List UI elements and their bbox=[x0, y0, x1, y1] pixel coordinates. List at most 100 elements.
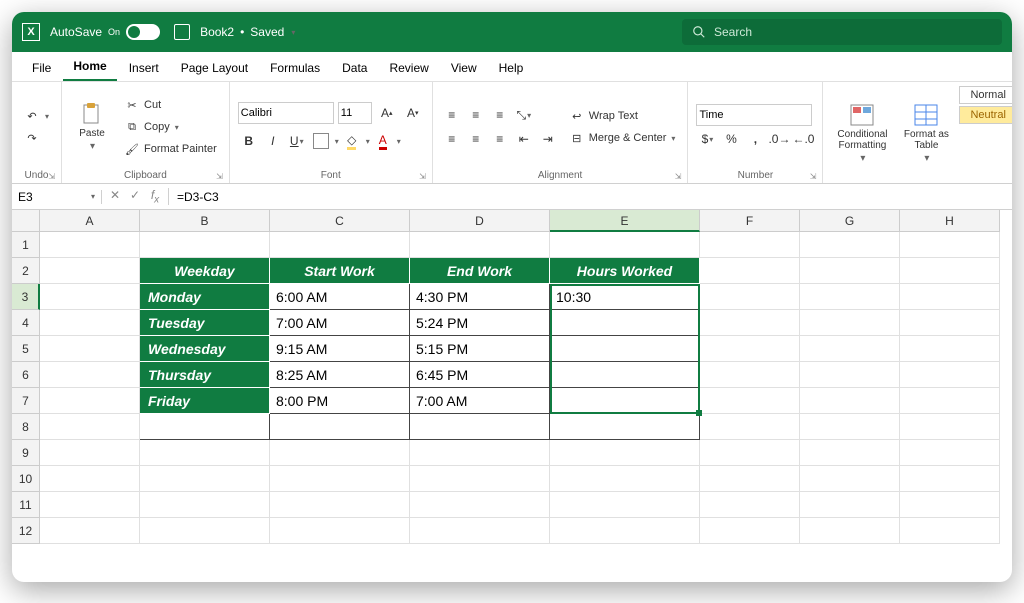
cell-H3[interactable] bbox=[900, 284, 1000, 310]
align-top-button[interactable]: ≡ bbox=[441, 104, 463, 126]
autosave-toggle[interactable]: AutoSave On bbox=[50, 24, 160, 40]
cut-button[interactable]: ✂Cut bbox=[120, 95, 221, 115]
cell-E8[interactable] bbox=[550, 414, 700, 440]
cell-C4[interactable]: 7:00 AM bbox=[270, 310, 410, 336]
cell-D4[interactable]: 5:24 PM bbox=[410, 310, 550, 336]
cell-G4[interactable] bbox=[800, 310, 900, 336]
cell-H5[interactable] bbox=[900, 336, 1000, 362]
col-header-A[interactable]: A bbox=[40, 210, 140, 232]
cell-H12[interactable] bbox=[900, 518, 1000, 544]
cell-E6[interactable] bbox=[550, 362, 700, 388]
redo-button[interactable]: ↷ bbox=[20, 128, 53, 148]
tab-view[interactable]: View bbox=[441, 55, 487, 81]
cell-H7[interactable] bbox=[900, 388, 1000, 414]
cell-E7[interactable] bbox=[550, 388, 700, 414]
cell-B9[interactable] bbox=[140, 440, 270, 466]
row-headers[interactable]: 123456789101112 bbox=[12, 232, 40, 544]
cell-B6[interactable]: Thursday bbox=[140, 362, 270, 388]
paste-button[interactable]: Paste ▾ bbox=[70, 86, 114, 168]
cell-C9[interactable] bbox=[270, 440, 410, 466]
enter-formula-button[interactable]: ✓ bbox=[126, 188, 144, 205]
cell-D3[interactable]: 4:30 PM bbox=[410, 284, 550, 310]
cell-C11[interactable] bbox=[270, 492, 410, 518]
accounting-format-button[interactable]: $▾ bbox=[696, 128, 718, 150]
cell-A2[interactable] bbox=[40, 258, 140, 284]
cell-A6[interactable] bbox=[40, 362, 140, 388]
cell-E1[interactable] bbox=[550, 232, 700, 258]
cell-G8[interactable] bbox=[800, 414, 900, 440]
workbook-title[interactable]: Book2 • Saved ▾ bbox=[200, 25, 295, 39]
row-header-9[interactable]: 9 bbox=[12, 440, 40, 466]
cell-H9[interactable] bbox=[900, 440, 1000, 466]
cell-D1[interactable] bbox=[410, 232, 550, 258]
formula-input[interactable]: =D3-C3 bbox=[169, 190, 1012, 204]
font-color-button[interactable]: A bbox=[372, 130, 394, 152]
cell-F11[interactable] bbox=[700, 492, 800, 518]
cell-A10[interactable] bbox=[40, 466, 140, 492]
tab-page-layout[interactable]: Page Layout bbox=[171, 55, 258, 81]
tab-review[interactable]: Review bbox=[379, 55, 438, 81]
conditional-formatting-button[interactable]: Conditional Formatting▾ bbox=[831, 86, 893, 181]
cell-C10[interactable] bbox=[270, 466, 410, 492]
cell-D8[interactable] bbox=[410, 414, 550, 440]
cell-F10[interactable] bbox=[700, 466, 800, 492]
cell-A3[interactable] bbox=[40, 284, 140, 310]
cell-C1[interactable] bbox=[270, 232, 410, 258]
comma-format-button[interactable]: , bbox=[744, 128, 766, 150]
cell-G1[interactable] bbox=[800, 232, 900, 258]
cell-A1[interactable] bbox=[40, 232, 140, 258]
cell-A4[interactable] bbox=[40, 310, 140, 336]
col-header-B[interactable]: B bbox=[140, 210, 270, 232]
cell-B2[interactable]: Weekday bbox=[140, 258, 270, 284]
row-header-11[interactable]: 11 bbox=[12, 492, 40, 518]
cell-H2[interactable] bbox=[900, 258, 1000, 284]
wrap-text-button[interactable]: ↩Wrap Text bbox=[565, 106, 680, 126]
tab-file[interactable]: File bbox=[22, 55, 61, 81]
underline-button[interactable]: U▾ bbox=[286, 130, 308, 152]
row-header-3[interactable]: 3 bbox=[12, 284, 40, 310]
row-header-2[interactable]: 2 bbox=[12, 258, 40, 284]
cell-E3[interactable]: 10:30 bbox=[550, 284, 700, 310]
align-right-button[interactable]: ≡ bbox=[489, 128, 511, 150]
col-header-G[interactable]: G bbox=[800, 210, 900, 232]
cell-E10[interactable] bbox=[550, 466, 700, 492]
cell-A5[interactable] bbox=[40, 336, 140, 362]
cell-G3[interactable] bbox=[800, 284, 900, 310]
cell-C3[interactable]: 6:00 AM bbox=[270, 284, 410, 310]
cell-E2[interactable]: Hours Worked bbox=[550, 258, 700, 284]
cell-H4[interactable] bbox=[900, 310, 1000, 336]
tab-formulas[interactable]: Formulas bbox=[260, 55, 330, 81]
cell-A9[interactable] bbox=[40, 440, 140, 466]
fill-color-button[interactable]: ◇ bbox=[341, 130, 363, 152]
cell-H1[interactable] bbox=[900, 232, 1000, 258]
cell-C12[interactable] bbox=[270, 518, 410, 544]
cell-A8[interactable] bbox=[40, 414, 140, 440]
cell-F7[interactable] bbox=[700, 388, 800, 414]
row-header-8[interactable]: 8 bbox=[12, 414, 40, 440]
cell-F8[interactable] bbox=[700, 414, 800, 440]
row-header-6[interactable]: 6 bbox=[12, 362, 40, 388]
cell-G7[interactable] bbox=[800, 388, 900, 414]
search-box[interactable]: Search bbox=[682, 19, 1002, 45]
row-header-4[interactable]: 4 bbox=[12, 310, 40, 336]
select-all-corner[interactable] bbox=[12, 210, 40, 232]
tab-insert[interactable]: Insert bbox=[119, 55, 169, 81]
col-header-D[interactable]: D bbox=[410, 210, 550, 232]
increase-decimal-button[interactable]: .0→ bbox=[768, 128, 790, 150]
borders-button[interactable] bbox=[313, 133, 329, 149]
cell-G5[interactable] bbox=[800, 336, 900, 362]
cell-G2[interactable] bbox=[800, 258, 900, 284]
align-bottom-button[interactable]: ≡ bbox=[489, 104, 511, 126]
undo-button[interactable]: ↶▾ bbox=[20, 106, 53, 126]
cell-F12[interactable] bbox=[700, 518, 800, 544]
format-as-table-button[interactable]: Format as Table▾ bbox=[899, 86, 953, 181]
row-header-7[interactable]: 7 bbox=[12, 388, 40, 414]
cell-B12[interactable] bbox=[140, 518, 270, 544]
merge-center-button[interactable]: ⊟Merge & Center▾ bbox=[565, 128, 680, 148]
cell-B10[interactable] bbox=[140, 466, 270, 492]
cell-D7[interactable]: 7:00 AM bbox=[410, 388, 550, 414]
cell-B8[interactable] bbox=[140, 414, 270, 440]
percent-format-button[interactable]: % bbox=[720, 128, 742, 150]
align-center-button[interactable]: ≡ bbox=[465, 128, 487, 150]
italic-button[interactable]: I bbox=[262, 130, 284, 152]
